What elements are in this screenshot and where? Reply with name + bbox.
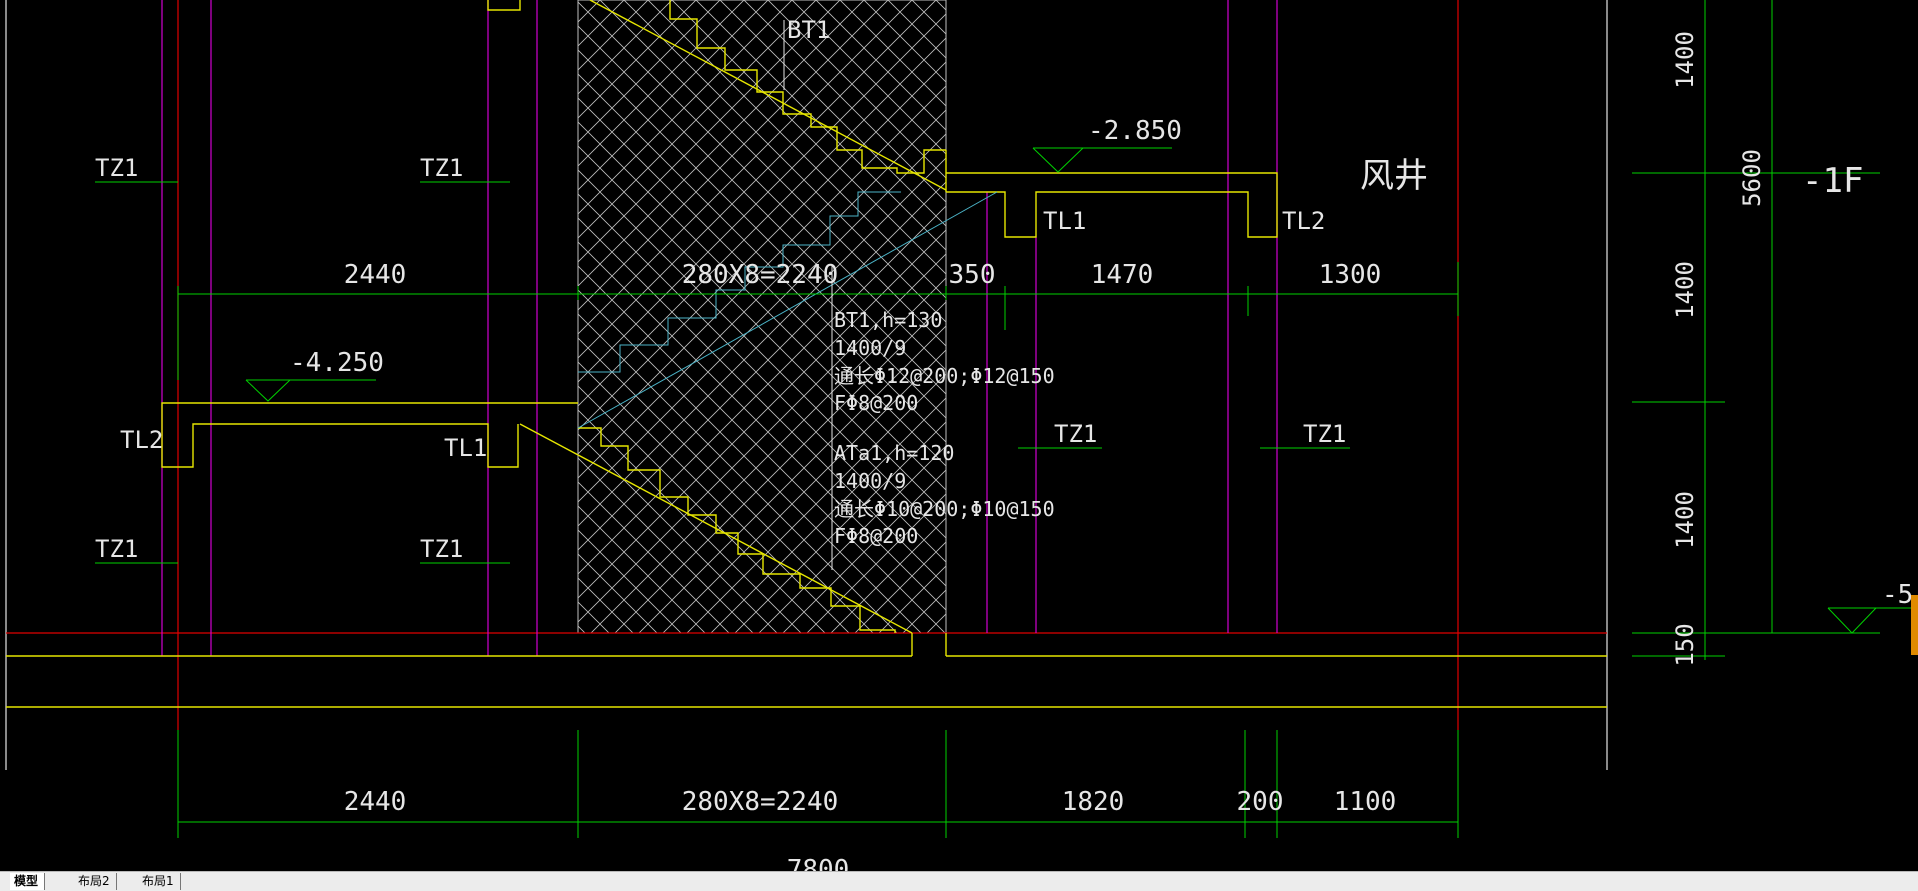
dim-top-2: 280X8=2240: [682, 260, 839, 290]
label-tz1-a: TZ1: [95, 154, 138, 182]
note-ata1-line3: 通长Φ10@200;Φ10@150: [834, 497, 1055, 521]
label-tz1-f: TZ1: [1303, 420, 1346, 448]
dim-top-1: 2440: [344, 260, 407, 290]
dim-bottom-5: 1100: [1334, 787, 1397, 817]
label-tz1-d: TZ1: [420, 535, 463, 563]
dim-vert-2: 1400: [1671, 261, 1699, 319]
layout-tab-bar: 模型 布局2 布局1: [0, 871, 1918, 891]
note-ata1-line1: ATa1,h=120: [834, 441, 954, 465]
label-floor: -1F: [1802, 161, 1863, 201]
level-lower: -4.250: [290, 348, 384, 378]
label-tl2-right: TL2: [1282, 207, 1325, 235]
dim-vert-4: 150: [1671, 623, 1699, 666]
tab-layout2[interactable]: 布局2: [74, 873, 117, 890]
cursor-marker: [1911, 595, 1918, 655]
dim-vert-5: 5600: [1738, 149, 1766, 207]
label-tz1-b: TZ1: [420, 154, 463, 182]
note-ata1-line4: FΦ8@200: [834, 524, 918, 548]
note-bt1-line4: FΦ8@200: [834, 391, 918, 415]
dim-vert-3: 1400: [1671, 491, 1699, 549]
label-tl2-left: TL2: [120, 426, 163, 454]
dim-bottom-4: 200: [1237, 787, 1284, 817]
label-shaft: 风井: [1360, 156, 1428, 196]
level-upper: -2.850: [1088, 116, 1182, 146]
dim-vert-1: 1400: [1671, 31, 1699, 89]
label-tz1-c: TZ1: [95, 535, 138, 563]
note-ata1-line2: 1400/9: [834, 469, 906, 493]
dim-bottom-1: 2440: [344, 787, 407, 817]
label-tl1-right: TL1: [1043, 207, 1086, 235]
label-bt1: BT1: [787, 16, 830, 44]
dim-top-3: 350: [949, 260, 996, 290]
tab-model[interactable]: 模型: [10, 873, 46, 890]
dim-bottom-3: 1820: [1062, 787, 1125, 817]
label-tz1-e: TZ1: [1054, 420, 1097, 448]
note-bt1-line1: BT1,h=130: [834, 308, 942, 332]
label-tl1-left: TL1: [444, 434, 487, 462]
note-bt1-line3: 通长Φ12@200;Φ12@150: [834, 364, 1055, 388]
tab-layout1[interactable]: 布局1: [138, 873, 181, 890]
cad-drawing-canvas[interactable]: TZ1 TZ1 TZ1 TZ1 TZ1 TZ1 TL2 TL1 TL1 TL2 …: [0, 0, 1918, 871]
dim-top-4: 1470: [1091, 260, 1154, 290]
dim-top-5: 1300: [1319, 260, 1382, 290]
dim-total: 7800: [787, 855, 850, 871]
dim-bottom-2: 280X8=2240: [682, 787, 839, 817]
note-bt1-line2: 1400/9: [834, 336, 906, 360]
